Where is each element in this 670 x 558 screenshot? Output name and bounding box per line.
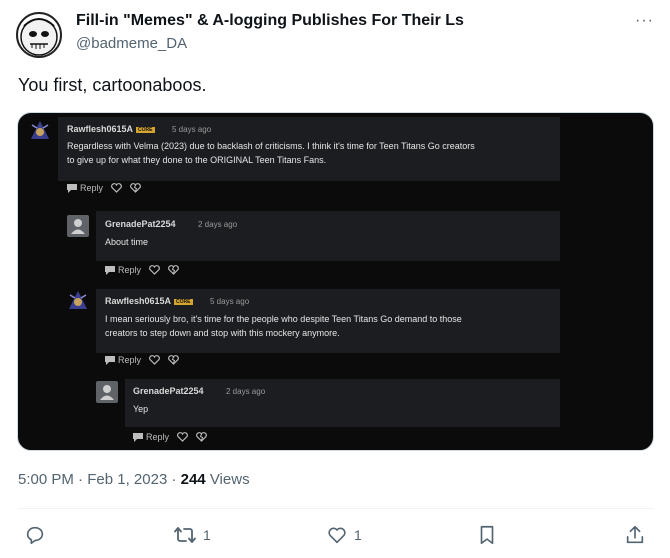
heart-icon[interactable] (149, 355, 160, 365)
comment-text: Yep (133, 404, 149, 414)
share-icon (626, 525, 644, 544)
comment-actions: Reply (133, 432, 207, 442)
comment-timestamp: 5 days ago (172, 125, 212, 134)
author-name[interactable]: Fill-in "Memes" & A-logging Publishes Fo… (76, 12, 464, 30)
dislike-icon[interactable] (130, 183, 141, 193)
tweet-time[interactable]: 5:00 PM (18, 471, 74, 488)
heart-icon[interactable] (177, 432, 188, 442)
commenter-avatar (29, 119, 51, 141)
reply-icon (105, 265, 115, 275)
comment-icon (26, 526, 44, 545)
comment-reply-button[interactable]: Reply (133, 432, 169, 442)
comment-text: I mean seriously bro, it's time for the … (105, 314, 462, 338)
comment-actions: Reply (67, 183, 141, 193)
comment-username[interactable]: GrenadePat2254 (105, 219, 176, 229)
tweet-meta: 5:00 PM · Feb 1, 2023 · 244 Views (18, 471, 250, 488)
tweet-text: You first, cartoonaboos. (18, 75, 207, 95)
comment-text: Regardless with Velma (2023) due to back… (67, 141, 475, 165)
comment-item: Rawflesh0615A CORE 5 days ago Regardless … (18, 113, 653, 203)
comment-reply-button[interactable]: Reply (67, 183, 103, 193)
reply-icon (105, 355, 115, 365)
comment-username[interactable]: Rawflesh0615A CORE (105, 296, 193, 306)
dislike-icon[interactable] (168, 265, 179, 275)
retweet-icon (174, 527, 196, 543)
like-count: 1 (354, 527, 362, 543)
meta-separator: · (167, 471, 181, 488)
comment-timestamp: 2 days ago (226, 387, 266, 396)
heart-icon[interactable] (149, 265, 160, 275)
dislike-icon[interactable] (196, 432, 207, 442)
views-count: 244 (180, 471, 206, 488)
comment-actions: Reply (105, 355, 179, 365)
comment-actions: Reply (105, 265, 179, 275)
commenter-avatar (67, 289, 89, 311)
comment-timestamp: 2 days ago (198, 220, 238, 229)
author-avatar[interactable] (16, 12, 62, 58)
share-button[interactable] (624, 524, 646, 546)
retweet-button[interactable]: 1 (173, 524, 211, 546)
reply-icon (133, 432, 143, 442)
heart-icon (328, 527, 346, 544)
reply-button[interactable] (24, 524, 46, 546)
retweet-count: 1 (203, 527, 211, 543)
meta-separator: · (73, 471, 88, 488)
tweet-header: Fill-in "Memes" & A-logging Publishes Fo… (16, 10, 656, 60)
commenter-avatar (96, 381, 118, 403)
comment-username[interactable]: GrenadePat2254 (133, 386, 204, 396)
comment-timestamp: 5 days ago (210, 297, 250, 306)
comment-text: About time (105, 237, 149, 247)
reply-icon (67, 183, 77, 193)
views-label: Views (209, 471, 250, 488)
heart-icon[interactable] (111, 183, 122, 193)
comment-item: GrenadePat2254 2 days ago About time Rep… (18, 205, 653, 285)
core-badge: CORE (136, 126, 155, 133)
comment-reply-button[interactable]: Reply (105, 355, 141, 365)
commenter-avatar (67, 215, 89, 237)
tweet-media-image[interactable]: Rawflesh0615A CORE 5 days ago Regardless … (17, 112, 654, 451)
comment-item: Rawflesh0615A CORE 5 days ago I mean seri… (18, 285, 653, 375)
tweet-action-bar: 1 1 (18, 520, 654, 554)
comment-username[interactable]: Rawflesh0615A CORE (67, 124, 155, 134)
core-badge: CORE (174, 298, 193, 305)
tweet-date[interactable]: Feb 1, 2023 (87, 471, 167, 488)
actions-divider (18, 508, 654, 509)
bookmark-button[interactable] (476, 524, 498, 546)
more-horizontal-icon[interactable]: ··· (635, 12, 654, 30)
comment-item: GrenadePat2254 2 days ago Yep Reply (18, 375, 653, 450)
like-button[interactable]: 1 (326, 524, 362, 546)
bookmark-icon (480, 525, 494, 545)
comment-reply-button[interactable]: Reply (105, 265, 141, 275)
dislike-icon[interactable] (168, 355, 179, 365)
author-handle[interactable]: @badmeme_DA (76, 35, 187, 52)
